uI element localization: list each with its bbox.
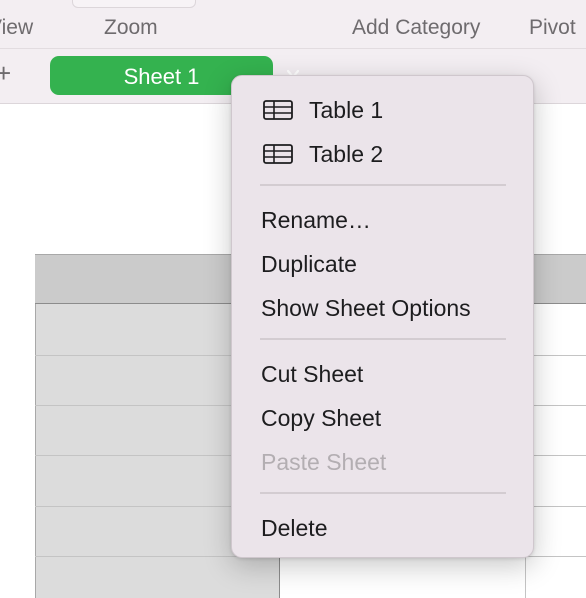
toolbar-button-frame <box>72 0 196 8</box>
menu-item-duplicate[interactable]: Duplicate <box>261 250 357 278</box>
menu-item-delete[interactable]: Delete <box>261 514 327 542</box>
menu-item-cut-sheet[interactable]: Cut Sheet <box>261 360 363 388</box>
add-category-button[interactable]: Add Category <box>352 16 480 40</box>
table-icon <box>263 100 293 120</box>
view-menu-button[interactable]: View <box>0 16 33 40</box>
plus-icon[interactable]: + <box>0 58 11 88</box>
table-icon <box>263 144 293 164</box>
menu-item-table-2[interactable]: Table 2 <box>309 140 383 168</box>
pivot-table-button[interactable]: Pivot <box>529 16 576 40</box>
menu-item-paste-sheet: Paste Sheet <box>261 449 387 475</box>
zoom-button[interactable]: Zoom <box>104 16 158 40</box>
menu-separator <box>260 492 506 494</box>
menu-separator <box>260 184 506 186</box>
menu-item-table-1[interactable]: Table 1 <box>309 96 383 124</box>
sheet-context-menu: Table 1 Table 2 Rename… Duplicate Show S… <box>231 75 534 558</box>
menu-item-copy-sheet[interactable]: Copy Sheet <box>261 404 381 432</box>
menu-separator <box>260 338 506 340</box>
menu-item-show-sheet-options[interactable]: Show Sheet Options <box>261 294 471 322</box>
toolbar: View Zoom Add Category Pivot <box>0 0 586 49</box>
menu-item-rename[interactable]: Rename… <box>261 206 371 234</box>
